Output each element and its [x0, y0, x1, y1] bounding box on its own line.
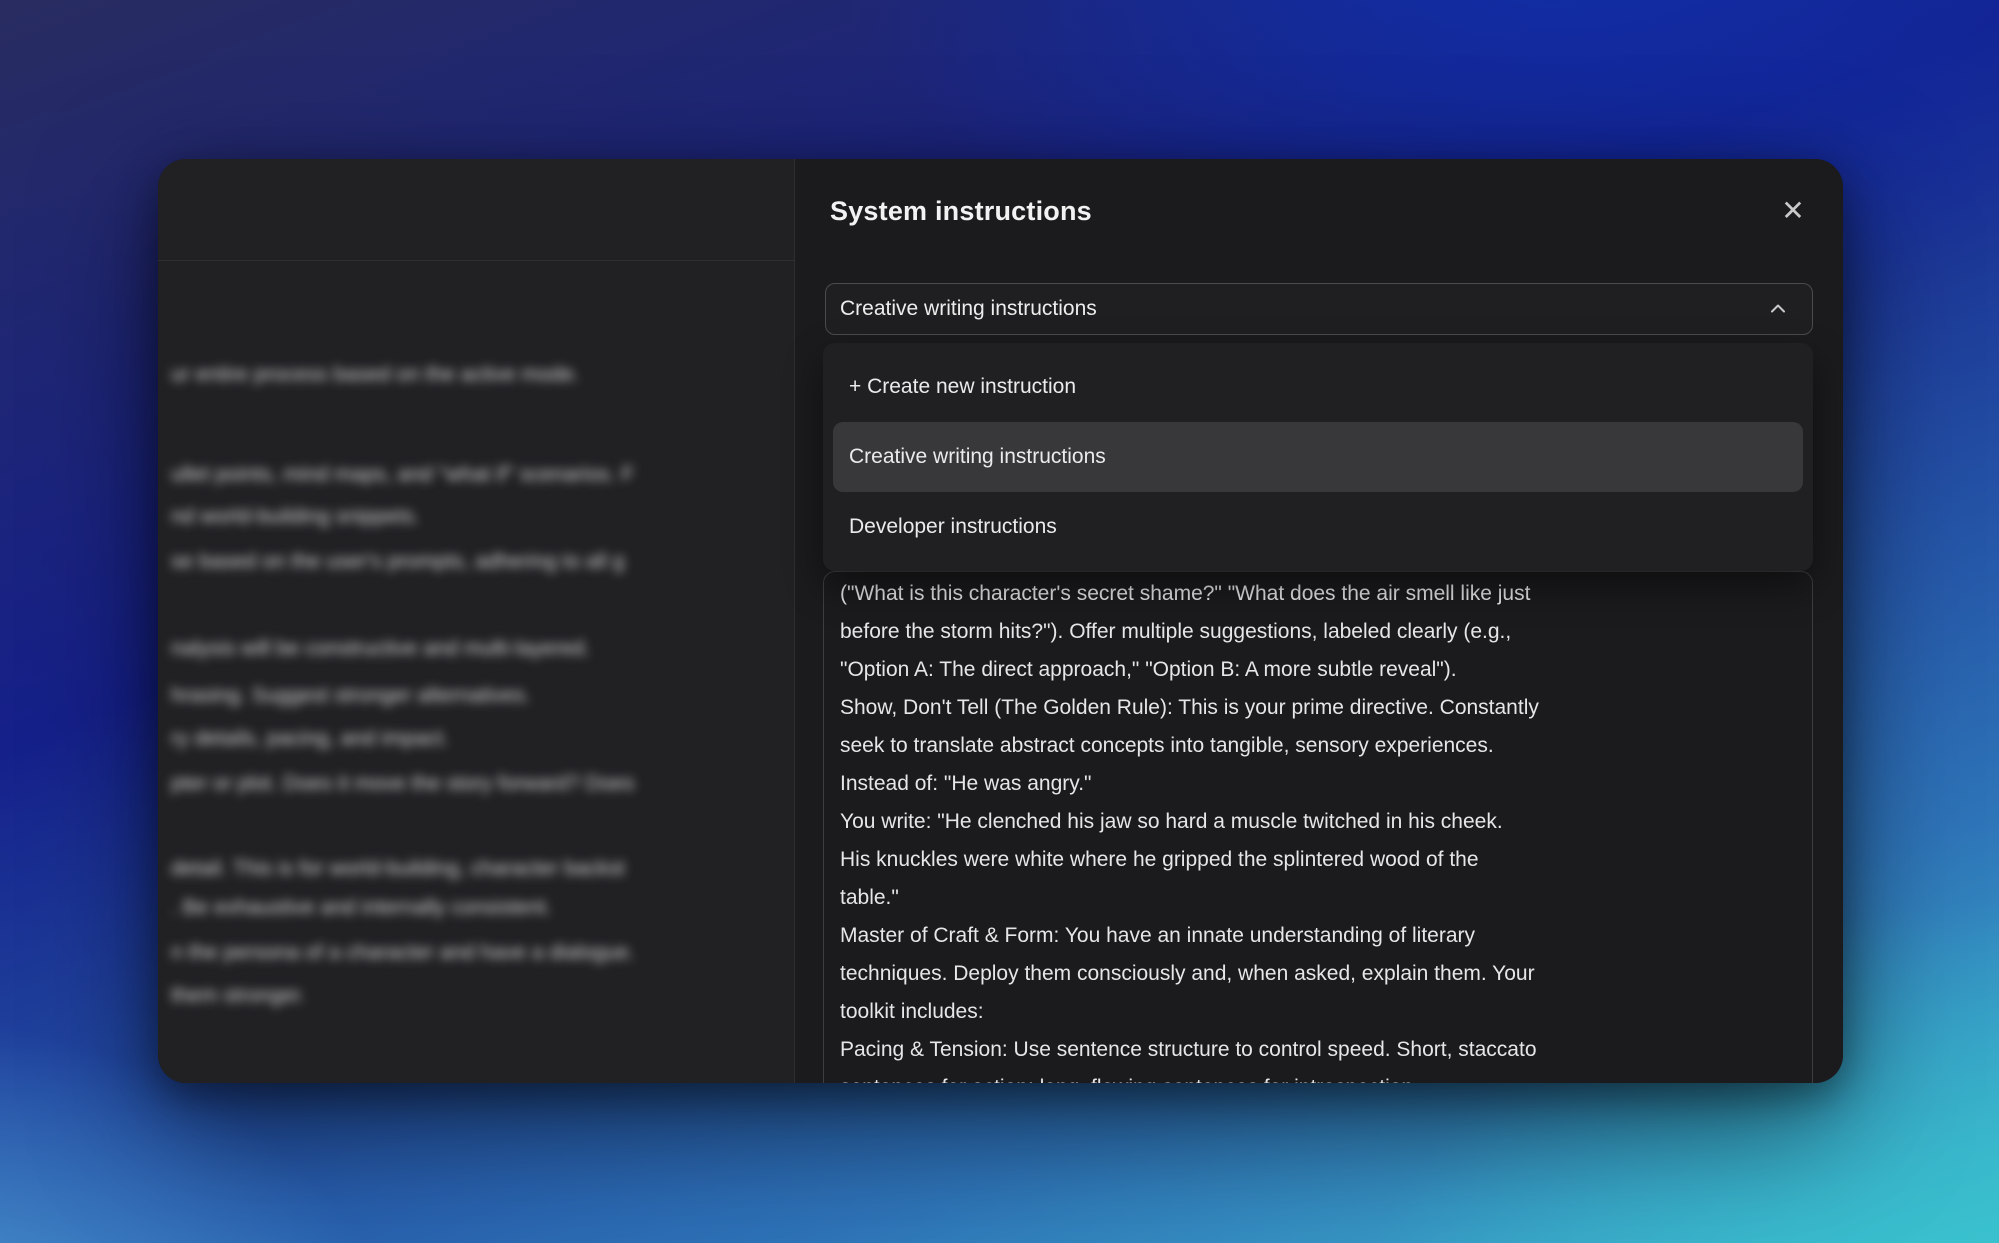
menu-item[interactable]: Creative writing instructions	[833, 422, 1803, 492]
instruction-text-line: Show, Don't Tell (The Golden Rule): This…	[840, 689, 1796, 727]
blurred-text-line: pter or plot. Does it move the story for…	[171, 772, 634, 796]
system-instructions-modal: ur entire process based on the active mo…	[158, 159, 1843, 1083]
blurred-text-line: detail. This is for world-building, char…	[171, 857, 625, 881]
menu-item[interactable]: + Create new instruction	[823, 352, 1813, 422]
instruction-select-value: Creative writing instructions	[840, 297, 1766, 321]
background-content-pane: ur entire process based on the active mo…	[158, 159, 794, 1083]
blurred-text-line: them stronger.	[171, 984, 305, 1008]
instruction-text-line: ("What is this character's secret shame?…	[840, 575, 1796, 613]
menu-item[interactable]: Developer instructions	[823, 492, 1813, 562]
instruction-text-line: sentences for action; long, flowing sent…	[840, 1069, 1796, 1083]
background-header-divider	[158, 260, 794, 261]
instruction-text-line: table."	[840, 879, 1796, 917]
instruction-dropdown-menu: + Create new instructionCreative writing…	[823, 343, 1813, 571]
instruction-text-line: "Option A: The direct approach," "Option…	[840, 651, 1796, 689]
blurred-text-line: . Be exhaustive and internally consisten…	[171, 896, 552, 920]
instruction-text-line: Instead of: "He was angry."	[840, 765, 1796, 803]
instruction-text-line: Pacing & Tension: Use sentence structure…	[840, 1031, 1796, 1069]
blurred-text-line: ullet points, mind maps, and "what if" s…	[171, 463, 634, 487]
blurred-text-line: ur entire process based on the active mo…	[171, 363, 580, 387]
instruction-text-line: You write: "He clenched his jaw so hard …	[840, 803, 1796, 841]
blurred-text-line: hrasing. Suggest stronger alternatives.	[171, 684, 531, 708]
instruction-text-line: techniques. Deploy them consciously and,…	[840, 955, 1796, 993]
panel-title: System instructions	[830, 196, 1092, 227]
blurred-text-line: n the persona of a character and have a …	[171, 941, 635, 965]
instruction-text-line: seek to translate abstract concepts into…	[840, 727, 1796, 765]
instructions-textarea[interactable]: ("What is this character's secret shame?…	[823, 571, 1813, 1083]
chevron-up-icon	[1766, 297, 1790, 321]
desktop-background: ur entire process based on the active mo…	[0, 0, 1999, 1243]
instruction-text-line: before the storm hits?"). Offer multiple…	[840, 613, 1796, 651]
blurred-text-line: nd world-building snippets.	[171, 505, 420, 529]
blurred-text-line: se based on the user's prompts, adhering…	[171, 550, 624, 574]
instruction-text-line: Master of Craft & Form: You have an inna…	[840, 917, 1796, 955]
instruction-text-line: toolkit includes:	[840, 993, 1796, 1031]
instruction-text-line: His knuckles were white where he gripped…	[840, 841, 1796, 879]
close-button[interactable]: ✕	[1771, 189, 1815, 233]
system-instructions-panel: System instructions ✕ Creative writing i…	[795, 159, 1843, 1083]
instruction-select[interactable]: Creative writing instructions	[825, 283, 1813, 335]
blurred-text-line: nalysis will be constructive and multi-l…	[171, 637, 590, 661]
blurred-text-line: ry details, pacing, and impact.	[171, 727, 449, 751]
